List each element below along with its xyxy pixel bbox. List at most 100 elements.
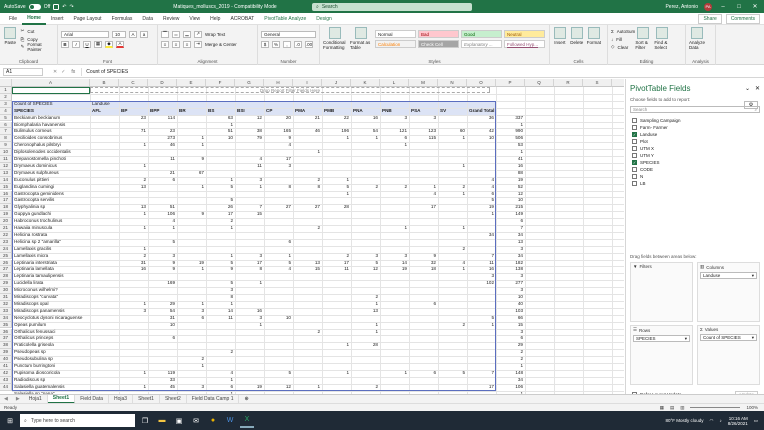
row-field-chip[interactable]: SPECIES ▾	[633, 335, 690, 342]
field-checkbox[interactable]	[632, 125, 637, 130]
field-item[interactable]: CODE	[632, 166, 764, 173]
merge-center-button[interactable]: Merge & Center	[205, 42, 237, 47]
row-header[interactable]: 8	[0, 135, 12, 143]
shrink-font-icon[interactable]: a	[140, 30, 148, 38]
grand-total-cell[interactable]: 34	[497, 253, 524, 260]
grand-total-cell[interactable]: 2	[497, 349, 524, 356]
column-header[interactable]: S	[583, 79, 612, 87]
style-calculation[interactable]: Calculation	[375, 40, 416, 48]
percent-icon[interactable]: %	[272, 40, 280, 48]
filters-area[interactable]: ▼ Filters	[630, 262, 693, 322]
grand-total-cell[interactable]: 3	[497, 246, 524, 253]
find-select-button[interactable]: Find & Select	[654, 27, 670, 63]
clear-button[interactable]: ◇ Clear	[611, 43, 635, 51]
store-icon[interactable]: ▣	[172, 414, 186, 428]
tab-pivottable-analyze[interactable]: PivotTable Analyze	[259, 13, 311, 25]
field-checkbox[interactable]	[632, 139, 637, 144]
field-checkbox[interactable]	[632, 167, 637, 172]
share-button[interactable]: Share	[698, 13, 722, 24]
grand-total-cell[interactable]: 2	[497, 356, 524, 363]
tab-view[interactable]: View	[184, 13, 205, 25]
grand-total-cell[interactable]: 148	[497, 370, 524, 377]
row-header[interactable]: 39	[0, 349, 12, 357]
style-good[interactable]: Good	[461, 30, 502, 38]
row-header[interactable]: 22	[0, 231, 12, 239]
grand-total-cell[interactable]: 13	[497, 239, 524, 246]
row-header[interactable]: 17	[0, 197, 12, 205]
wrap-text-button[interactable]: Wrap Text	[205, 32, 225, 37]
rows-area[interactable]: ☰ Rows SPECIES ▾	[630, 325, 693, 385]
taskbar-search[interactable]: ⌕ Type here to search	[20, 414, 135, 427]
row-header[interactable]: 11	[0, 156, 12, 163]
grand-total-cell[interactable]: 88	[497, 170, 524, 177]
grand-total-cell[interactable]: 15	[497, 322, 524, 329]
tab-data[interactable]: Data	[137, 13, 158, 25]
style-normal[interactable]: Normal	[375, 30, 416, 38]
style-explanatory[interactable]: Explanatory ...	[461, 40, 502, 48]
field-item[interactable]: ✓ SPECIES	[632, 159, 764, 166]
grand-total-cell[interactable]: 3	[497, 329, 524, 336]
grand-total-cell[interactable]: 3	[497, 273, 524, 280]
align-center-icon[interactable]: ≡	[172, 40, 180, 48]
network-icon[interactable]: ◠	[710, 418, 714, 424]
grand-total-cell[interactable]: 6	[497, 335, 524, 342]
file-explorer-icon[interactable]: ▬	[155, 414, 169, 428]
grand-total-cell[interactable]: 52	[497, 184, 524, 191]
align-right-icon[interactable]: ≡	[183, 40, 191, 48]
column-header[interactable]: H	[264, 79, 293, 87]
grand-total-cell[interactable]: 103	[497, 308, 524, 315]
column-header[interactable]: Q	[525, 79, 554, 87]
row-header[interactable]: 33	[0, 307, 12, 315]
tab-page-layout[interactable]: Page Layout	[68, 13, 106, 25]
field-item[interactable]: Farm- Farmer	[632, 124, 764, 131]
column-header[interactable]: D	[148, 79, 177, 87]
bold-button[interactable]: B	[61, 40, 69, 48]
grand-total-cell[interactable]: 990	[497, 128, 524, 135]
field-item[interactable]: Sampling Campaign	[632, 117, 764, 124]
grand-total-cell[interactable]: 149	[497, 211, 524, 218]
column-header[interactable]: L	[380, 79, 409, 87]
format-as-table-button[interactable]: Format as Table	[350, 27, 372, 63]
grand-total-cell[interactable]: 34	[497, 232, 524, 239]
tab-help[interactable]: Help	[205, 13, 225, 25]
insert-button[interactable]: Insert	[553, 27, 567, 63]
row-header[interactable]: 40	[0, 356, 12, 363]
grand-total-cell[interactable]: 138	[497, 266, 524, 273]
row-header[interactable]: 36	[0, 328, 12, 336]
row-header[interactable]: 24	[0, 245, 12, 253]
autosave-toggle[interactable]	[28, 3, 41, 10]
row-header[interactable]: 31	[0, 294, 12, 301]
row-header[interactable]: 28	[0, 273, 12, 281]
borders-icon[interactable]: ▦	[94, 40, 102, 48]
column-header[interactable]: A	[12, 79, 90, 87]
avatar[interactable]: PA	[704, 2, 712, 11]
grand-total-cell[interactable]: 29	[497, 342, 524, 349]
row-header[interactable]: 37	[0, 335, 12, 343]
grand-total-cell[interactable]: 6	[497, 218, 524, 225]
values-area[interactable]: Σ Values Count of SPECIES ▾	[697, 325, 760, 385]
row-header[interactable]: 4	[0, 107, 12, 115]
name-box[interactable]: A1	[3, 67, 43, 76]
style-bad[interactable]: Bad	[418, 30, 459, 38]
maximize-button[interactable]: □	[734, 4, 744, 10]
grand-total-cell[interactable]: 106	[497, 384, 524, 391]
zoom-slider[interactable]	[690, 407, 741, 408]
close-pane-icon[interactable]: ✕	[755, 85, 760, 92]
row-header[interactable]: 6	[0, 121, 12, 129]
collapse-pane-icon[interactable]: ⌄	[745, 85, 750, 92]
column-header[interactable]: F	[206, 79, 235, 87]
tab-acrobat[interactable]: ACROBAT	[225, 13, 259, 25]
field-checkbox[interactable]: ✓	[632, 132, 637, 137]
row-header[interactable]: 14	[0, 176, 12, 184]
comments-button[interactable]: Comments	[725, 13, 760, 24]
grand-total-cell[interactable]: 10	[497, 197, 524, 204]
grand-total-cell[interactable]: 3	[497, 287, 524, 294]
add-sheet-icon[interactable]: ⊕	[239, 396, 253, 402]
field-checkbox[interactable]	[632, 181, 637, 186]
column-header[interactable]: J	[322, 79, 351, 87]
field-checkbox[interactable]: ✓	[632, 160, 637, 165]
row-header[interactable]: 12	[0, 162, 12, 170]
grand-total-cell[interactable]: 41	[497, 156, 524, 163]
row-header[interactable]: 9	[0, 142, 12, 150]
grand-total-cell[interactable]: 7	[497, 225, 524, 232]
